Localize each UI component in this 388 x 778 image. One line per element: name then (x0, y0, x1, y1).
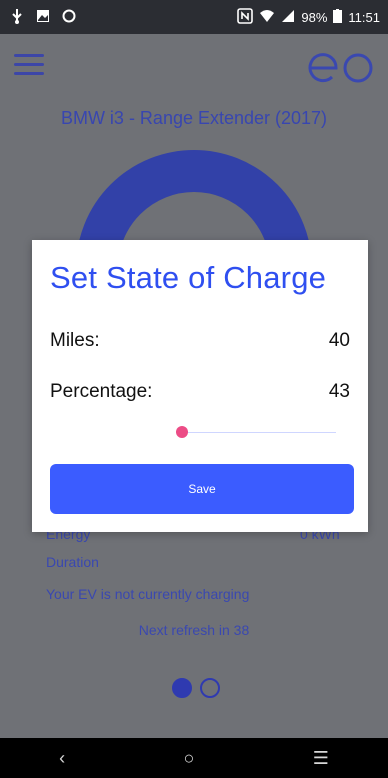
usb-icon (10, 8, 24, 27)
dialog-title: Set State of Charge (50, 260, 327, 295)
slider-track (176, 432, 336, 433)
hamburger-icon[interactable] (14, 54, 44, 76)
status-right-icons: 98% 11:51 (237, 8, 380, 27)
set-state-of-charge-dialog: Set State of Charge Miles: 40 Percentage… (32, 240, 368, 532)
signal-icon (281, 9, 295, 26)
eo-logo (306, 44, 376, 84)
slider-thumb[interactable] (176, 426, 188, 438)
system-nav-bar: ‹ ○ ☰ (0, 738, 388, 778)
save-button[interactable]: Save (50, 464, 354, 514)
page-dot-active[interactable] (172, 678, 192, 698)
refresh-text: Next refresh in 38 (138, 622, 250, 638)
percentage-row: Percentage: 43 (50, 381, 350, 403)
miles-value: 40 (328, 330, 350, 351)
status-bar: 98% 11:51 (0, 0, 388, 34)
status-left-icons (10, 8, 76, 27)
vehicle-title: BMW i3 - Range Extender (2017) (60, 108, 328, 128)
charge-slider[interactable] (176, 426, 336, 440)
percentage-label: Percentage: (50, 381, 153, 402)
sync-icon (62, 9, 76, 26)
charging-status: Your EV is not currently charging (46, 586, 250, 602)
page-dot[interactable] (200, 678, 220, 698)
page-indicator (172, 678, 220, 698)
image-icon (36, 9, 50, 26)
battery-icon (333, 9, 343, 26)
duration-label: Duration (46, 554, 99, 570)
clock: 11:51 (348, 10, 380, 25)
percentage-value: 43 (328, 381, 350, 402)
back-icon[interactable]: ‹ (59, 748, 65, 769)
nfc-icon (237, 8, 254, 27)
battery-percent: 98% (301, 10, 328, 25)
miles-row: Miles: 40 (50, 330, 350, 352)
home-icon[interactable]: ○ (183, 748, 194, 769)
wifi-icon (259, 9, 275, 26)
recent-apps-icon[interactable]: ☰ (313, 748, 329, 769)
miles-label: Miles: (50, 330, 100, 351)
